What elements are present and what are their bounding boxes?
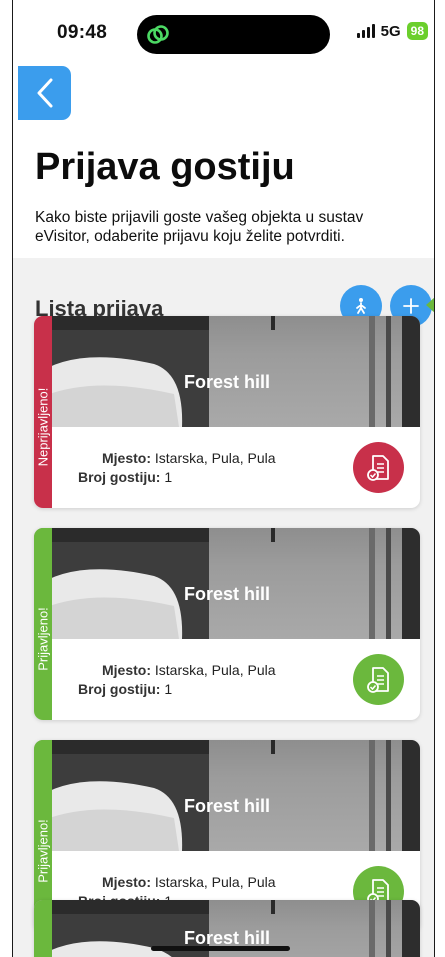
property-name: Forest hill <box>183 796 270 816</box>
status-label: Prijavljeno! <box>35 819 51 883</box>
chain-link-icon <box>147 25 169 44</box>
status-label: Neprijavljeno! <box>35 387 51 467</box>
place-value: Istarska, Pula, Pula <box>154 662 276 678</box>
person-walk-icon <box>356 298 366 314</box>
register-button[interactable] <box>353 654 404 705</box>
side-tab-arrow <box>426 297 434 313</box>
guests-label: Broj gostiju: <box>78 681 161 697</box>
card-info: Mjesto: Istarska, Pula, Pula Broj gostij… <box>78 661 276 699</box>
app-frame: 09:48 5G 98 Prijava gostiju Kako biste p… <box>12 0 435 957</box>
property-name: Forest hill <box>183 372 270 392</box>
place-value: Istarska, Pula, Pula <box>154 450 276 466</box>
list-item[interactable]: Forest hill Neprijavljeno! Mjesto: Istar… <box>34 316 420 508</box>
card-info: Mjesto: Istarska, Pula, Pula Broj gostij… <box>78 449 276 487</box>
back-button[interactable] <box>18 66 71 120</box>
list-item[interactable]: Forest hill Prijavljeno! Mjesto: Istarsk… <box>34 528 420 720</box>
guests-label: Broj gostiju: <box>78 469 161 485</box>
status-strip: Neprijavljeno! <box>34 316 52 508</box>
battery-icon: 98 <box>406 22 428 40</box>
register-button[interactable] <box>353 442 404 493</box>
guests-value: 1 <box>164 681 173 697</box>
home-indicator <box>151 946 290 951</box>
signal-icon <box>356 24 375 38</box>
status-strip <box>34 900 52 957</box>
document-check-icon <box>366 666 389 693</box>
dynamic-island <box>137 15 330 54</box>
network-label: 5G <box>380 22 401 40</box>
chevron-left-icon <box>37 78 52 108</box>
document-check-icon <box>366 454 389 481</box>
status-strip: Prijavljeno! <box>34 528 52 720</box>
place-label: Mjesto: <box>102 874 151 890</box>
place-label: Mjesto: <box>102 450 151 466</box>
page-description: Kako biste prijavili goste vašeg objekta… <box>35 209 364 245</box>
guests-value: 1 <box>164 469 173 485</box>
plus-icon <box>403 298 419 314</box>
page-title: Prijava gostiju <box>35 146 295 188</box>
status-time: 09:48 <box>57 22 108 43</box>
status-indicators: 5G 98 <box>356 22 428 40</box>
status-label: Prijavljeno! <box>35 607 51 671</box>
property-name: Forest hill <box>183 584 270 604</box>
place-label: Mjesto: <box>102 662 151 678</box>
place-value: Istarska, Pula, Pula <box>154 874 276 890</box>
